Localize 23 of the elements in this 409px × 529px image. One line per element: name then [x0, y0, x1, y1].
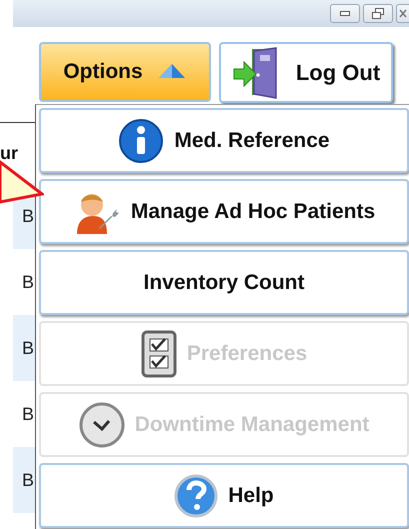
table-cell: B: [22, 470, 34, 490]
help-icon: [174, 474, 218, 518]
menu-item[interactable]: Help: [39, 463, 409, 528]
checklist-icon: [140, 330, 177, 378]
callout-arrow: [0, 160, 44, 204]
info-icon: [118, 118, 164, 164]
log-out-button[interactable]: Log Out: [219, 42, 393, 103]
minimize-button[interactable]: [330, 4, 360, 23]
clock-icon: [78, 402, 125, 448]
table-cell: B: [22, 404, 34, 424]
table-cell: B: [22, 338, 34, 358]
menu-item[interactable]: Manage Ad Hoc Patients: [39, 179, 409, 244]
menu-item[interactable]: Inventory Count: [39, 250, 409, 315]
table-cell: B: [22, 206, 34, 226]
column-header: ur: [0, 142, 19, 164]
options-button[interactable]: Options: [39, 42, 211, 102]
restore-icon: [372, 8, 384, 19]
menu-item[interactable]: Med. Reference: [39, 108, 409, 173]
minimize-icon: [340, 11, 350, 16]
restore-button[interactable]: [363, 4, 393, 23]
close-button[interactable]: [396, 4, 409, 23]
table-cell: B: [22, 272, 34, 292]
close-icon: [399, 9, 407, 18]
